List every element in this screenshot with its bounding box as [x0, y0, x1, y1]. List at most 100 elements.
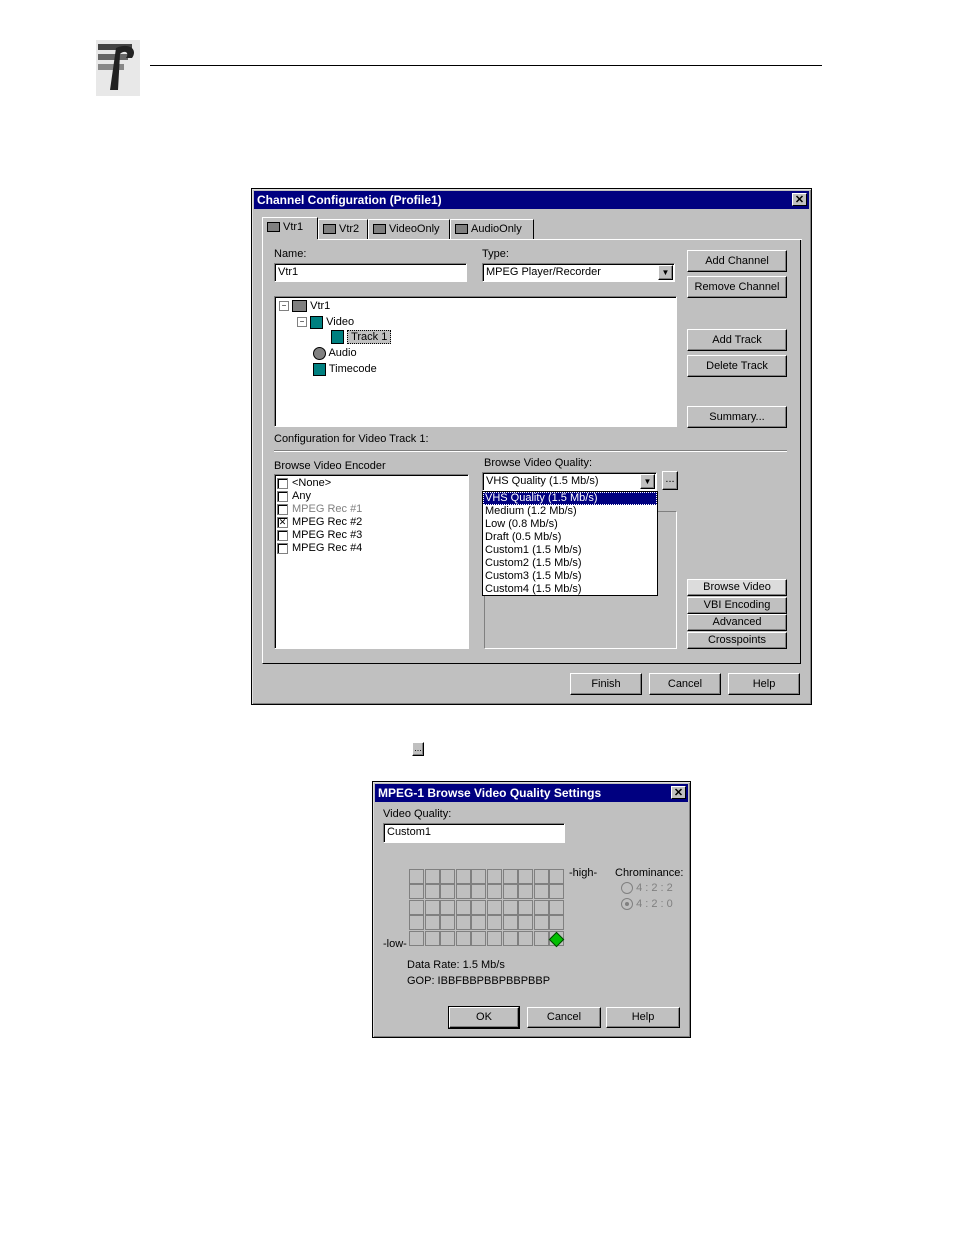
- quality-option[interactable]: Medium (1.2 Mb/s): [483, 505, 657, 518]
- checkbox-icon[interactable]: [277, 542, 288, 554]
- grid-cell[interactable]: [455, 869, 471, 884]
- help-button[interactable]: Help: [728, 673, 800, 695]
- quality-option[interactable]: VHS Quality (1.5 Mb/s): [483, 492, 657, 505]
- encoder-list[interactable]: <None> Any MPEG Rec #1 ✕ MPEG Rec #2 MPEG Rec…: [274, 474, 469, 649]
- grid-cell[interactable]: [440, 915, 456, 931]
- close-icon[interactable]: ✕: [792, 193, 807, 206]
- chevron-down-icon[interactable]: ▼: [658, 265, 673, 280]
- chroma-radio-422[interactable]: 4 : 2 : 2: [621, 882, 673, 895]
- vbi-encoding-button[interactable]: VBI Encoding: [687, 597, 787, 614]
- finish-button[interactable]: Finish: [570, 673, 642, 695]
- checkbox-icon[interactable]: [277, 529, 288, 541]
- quality-grid[interactable]: [409, 869, 569, 947]
- grid-cell[interactable]: [487, 899, 502, 915]
- grid-cell[interactable]: [518, 899, 534, 915]
- tree-item-track1[interactable]: Track 1: [331, 330, 392, 345]
- channel-tree[interactable]: − Vtr1 − Video Track 1 Audio Timecode: [274, 296, 677, 427]
- quality-option[interactable]: Custom4 (1.5 Mb/s): [483, 583, 657, 596]
- delete-track-button[interactable]: Delete Track: [687, 355, 787, 377]
- grid-cell[interactable]: [409, 869, 424, 884]
- checkbox-checked-icon[interactable]: ✕: [277, 516, 288, 528]
- grid-cell[interactable]: [487, 915, 502, 931]
- tree-item-audio[interactable]: Audio: [313, 346, 357, 360]
- grid-cell[interactable]: [440, 899, 456, 915]
- grid-cell[interactable]: [440, 930, 456, 946]
- collapse-icon[interactable]: −: [279, 301, 289, 312]
- grid-cell[interactable]: [502, 869, 518, 884]
- grid-cell[interactable]: [455, 884, 471, 900]
- tree-item-video[interactable]: − Video: [297, 315, 354, 329]
- grid-cell[interactable]: [533, 930, 549, 946]
- name-input[interactable]: Vtr1: [274, 263, 467, 282]
- grid-cell[interactable]: [549, 884, 565, 900]
- grid-cell[interactable]: [502, 915, 518, 931]
- checkbox-icon[interactable]: [277, 477, 288, 489]
- chroma-radio-420[interactable]: 4 : 2 : 0: [621, 898, 673, 911]
- grid-cell[interactable]: [533, 884, 549, 900]
- encoder-item[interactable]: MPEG Rec #3: [277, 529, 362, 542]
- encoder-item[interactable]: MPEG Rec #1: [277, 503, 362, 516]
- grid-cell[interactable]: [549, 899, 565, 915]
- close-icon[interactable]: ✕: [671, 786, 686, 799]
- quality-select[interactable]: VHS Quality (1.5 Mb/s) ▼: [482, 472, 657, 491]
- grid-cell[interactable]: [518, 884, 534, 900]
- grid-cell[interactable]: [424, 915, 440, 931]
- grid-cell[interactable]: [440, 869, 456, 884]
- encoder-item[interactable]: ✕ MPEG Rec #2: [277, 516, 362, 529]
- tab-videoonly[interactable]: VideoOnly: [368, 219, 450, 239]
- grid-cell[interactable]: [487, 869, 502, 884]
- add-channel-button[interactable]: Add Channel: [687, 250, 787, 272]
- grid-cell[interactable]: [455, 915, 471, 931]
- grid-cell[interactable]: [424, 930, 440, 946]
- grid-cell[interactable]: [455, 930, 471, 946]
- summary-button[interactable]: Summary...: [687, 406, 787, 428]
- quality-option[interactable]: Draft (0.5 Mb/s): [483, 531, 657, 544]
- grid-cell[interactable]: [471, 899, 487, 915]
- grid-cell[interactable]: [455, 899, 471, 915]
- grid-cell[interactable]: [471, 930, 487, 946]
- quality-option[interactable]: Custom3 (1.5 Mb/s): [483, 570, 657, 583]
- grid-cell[interactable]: [409, 899, 424, 915]
- grid-cell[interactable]: [487, 930, 502, 946]
- chevron-down-icon[interactable]: ▼: [640, 474, 655, 489]
- cancel-button[interactable]: Cancel: [527, 1007, 601, 1028]
- grid-cell[interactable]: [409, 930, 424, 946]
- grid-cell[interactable]: [533, 899, 549, 915]
- grid-cell[interactable]: [409, 915, 424, 931]
- grid-cell[interactable]: [471, 869, 487, 884]
- tab-audioonly[interactable]: AudioOnly: [450, 219, 534, 239]
- quality-option[interactable]: Custom2 (1.5 Mb/s): [483, 557, 657, 570]
- ok-button[interactable]: OK: [448, 1006, 520, 1029]
- grid-cell[interactable]: [518, 869, 534, 884]
- checkbox-icon[interactable]: [277, 503, 288, 515]
- grid-cell[interactable]: [502, 899, 518, 915]
- encoder-item[interactable]: MPEG Rec #4: [277, 542, 362, 555]
- tab-vtr1[interactable]: Vtr1: [262, 217, 318, 239]
- checkbox-icon[interactable]: [277, 490, 288, 502]
- grid-cell[interactable]: [533, 915, 549, 931]
- encoder-item[interactable]: <None>: [277, 477, 331, 490]
- grid-cell[interactable]: [440, 884, 456, 900]
- help-button[interactable]: Help: [606, 1007, 680, 1028]
- cancel-button[interactable]: Cancel: [649, 673, 721, 695]
- browse-video-button[interactable]: Browse Video: [687, 579, 787, 596]
- add-track-button[interactable]: Add Track: [687, 329, 787, 351]
- grid-cell[interactable]: [518, 930, 534, 946]
- quality-settings-button[interactable]: ...: [662, 471, 678, 490]
- encoder-item[interactable]: Any: [277, 490, 311, 503]
- grid-cell[interactable]: [502, 884, 518, 900]
- grid-cell[interactable]: [424, 869, 440, 884]
- grid-cell[interactable]: [549, 915, 565, 931]
- grid-cell[interactable]: [471, 915, 487, 931]
- quality-option[interactable]: Custom1 (1.5 Mb/s): [483, 544, 657, 557]
- remove-channel-button[interactable]: Remove Channel: [687, 276, 787, 298]
- crosspoints-button[interactable]: Crosspoints: [687, 632, 787, 649]
- collapse-icon[interactable]: −: [297, 317, 307, 328]
- grid-cell[interactable]: [533, 869, 549, 884]
- grid-cell[interactable]: [424, 899, 440, 915]
- grid-cell[interactable]: [424, 884, 440, 900]
- quality-option[interactable]: Low (0.8 Mb/s): [483, 518, 657, 531]
- tree-item-vtr1[interactable]: − Vtr1: [279, 299, 330, 313]
- tree-item-timecode[interactable]: Timecode: [313, 362, 377, 376]
- tab-vtr2[interactable]: Vtr2: [318, 219, 368, 239]
